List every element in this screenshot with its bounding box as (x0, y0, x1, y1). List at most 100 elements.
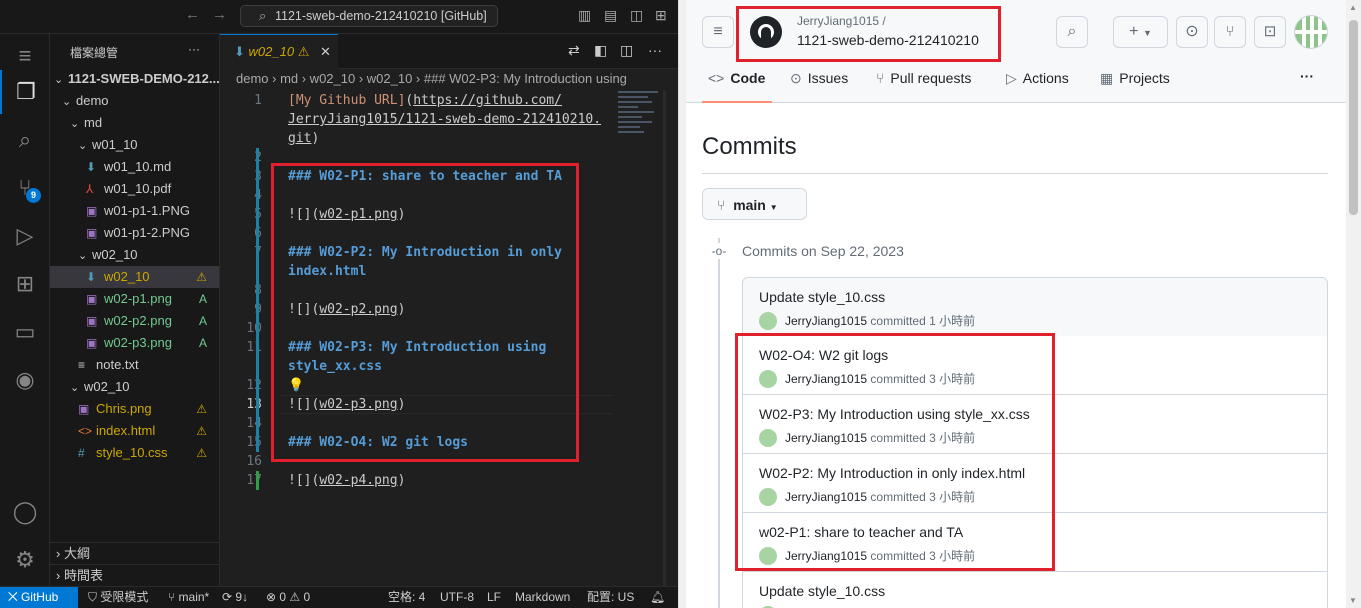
timeline-section[interactable]: › 時間表 (50, 564, 220, 586)
pdf-file-icon: ⅄ (86, 182, 94, 196)
forward-arrow-icon[interactable]: → (212, 6, 227, 23)
scroll-up-icon[interactable]: ▲ (1349, 3, 1357, 12)
extensions-icon[interactable]: ⊞ (0, 262, 50, 306)
tree-folder[interactable]: ⌄ w01_10 (50, 134, 219, 156)
tree-item-label: w02-p3.png (104, 335, 172, 350)
restricted-mode[interactable]: ⛉ 受限模式 (88, 587, 148, 608)
page-scrollbar[interactable]: ▲ ▼ (1346, 0, 1361, 608)
branch-label: main (733, 197, 766, 213)
user-avatar[interactable] (1294, 15, 1328, 49)
breadcrumb[interactable]: demo › md › w02_10 › w02_10 › ### W02-P3… (220, 69, 678, 91)
code-icon: <> (708, 70, 725, 86)
tree-file[interactable]: ▣ Chris.png ⚠ (50, 398, 219, 420)
toggle-panel-icon[interactable]: ▤ (604, 7, 617, 24)
issues-icon: ⊙ (790, 70, 802, 86)
run-debug-icon[interactable]: ▷ (0, 214, 50, 258)
settings-gear-icon[interactable]: ⚙ (0, 538, 50, 582)
customize-layout-icon[interactable]: ⊞ (655, 7, 667, 24)
code-line[interactable]: git) (288, 129, 319, 148)
tab-label: Code (730, 70, 766, 86)
author-avatar[interactable] (759, 312, 777, 330)
chevron-down-icon: ⌄ (78, 140, 88, 152)
close-tab-icon[interactable]: ✕ (320, 44, 331, 60)
eol-indicator[interactable]: LF (487, 587, 501, 608)
command-center-search[interactable]: ⌕ 1121-sweb-demo-212410210 [GitHub] (240, 5, 498, 27)
split-editor-icon[interactable]: ◫ (620, 42, 633, 59)
tree-folder[interactable]: ⌄ demo (50, 90, 219, 112)
remote-indicator[interactable]: ⨉ GitHub (0, 587, 78, 608)
highlight-box-commits (735, 333, 1055, 571)
minimap[interactable] (618, 91, 664, 181)
active-tab-underline (702, 101, 772, 103)
tree-file[interactable]: ▣ w02-p1.png A (50, 288, 219, 310)
explorer-icon[interactable]: ❐ (0, 70, 50, 114)
language-indicator[interactable]: Markdown (515, 587, 570, 608)
open-preview-icon[interactable]: ◧ (594, 42, 607, 59)
tree-folder[interactable]: ⌄ 1121-SWEB-DEMO-212... (50, 68, 219, 90)
account-icon[interactable]: ◯ (0, 490, 50, 534)
inbox-button[interactable]: ⊡ (1254, 16, 1286, 48)
tab-pull-requests[interactable]: ⑂ Pull requests (876, 70, 971, 86)
scrollbar-thumb[interactable] (1349, 20, 1358, 215)
tab-code[interactable]: <> Code (708, 70, 765, 86)
tree-item-label: w02-p1.png (104, 291, 172, 306)
tree-file[interactable]: ⬇ w01_10.md (50, 156, 219, 178)
problems-indicator[interactable]: ⊗ 0 ⚠ 0 (266, 587, 310, 608)
search-icon[interactable]: ⌕ (0, 118, 50, 162)
github-page: ≡ JerryJiang1015 / 1121-sweb-demo-212410… (686, 0, 1361, 608)
tree-file[interactable]: ▣ w01-p1-1.PNG (50, 200, 219, 222)
back-arrow-icon[interactable]: ← (185, 6, 200, 23)
tree-file[interactable]: ▣ w02-p2.png A (50, 310, 219, 332)
line-number (220, 110, 262, 129)
search-button[interactable]: ⌕ (1056, 16, 1088, 48)
indentation-indicator[interactable]: 空格: 4 (388, 587, 425, 608)
tree-folder[interactable]: ⌄ w02_10 (50, 376, 219, 398)
tree-file[interactable]: ⅄ w01_10.pdf (50, 178, 219, 200)
branch-selector[interactable]: ⑂ main ▼ (702, 188, 807, 220)
tree-file[interactable]: # style_10.css ⚠ (50, 442, 219, 464)
tree-file[interactable]: <> index.html ⚠ (50, 420, 219, 442)
encoding-indicator[interactable]: UTF-8 (440, 587, 474, 608)
tree-folder[interactable]: ⌄ w02_10 (50, 244, 219, 266)
editor-scrollbar[interactable] (663, 91, 666, 586)
tree-file[interactable]: ≡ note.txt (50, 354, 219, 376)
code-line[interactable]: [My Github URL](https://github.com/ (288, 91, 562, 110)
commit-title[interactable]: Update style_10.css (759, 583, 885, 599)
notifications-bell-icon[interactable]: 🔔︎ (650, 587, 665, 608)
toggle-secondary-sidebar-icon[interactable]: ◫ (630, 7, 643, 24)
branch-indicator[interactable]: ⑂ main* (168, 587, 209, 608)
github-icon[interactable]: ◉ (0, 358, 50, 402)
tree-file[interactable]: ▣ w02-p3.png A (50, 332, 219, 354)
remote-explorer-icon[interactable]: ▭ (0, 310, 50, 354)
more-actions-icon[interactable]: ··· (648, 42, 662, 58)
code-line[interactable]: JerryJiang1015/1121-sweb-demo-212410210. (288, 110, 601, 129)
commit-title[interactable]: Update style_10.css (759, 289, 885, 305)
code-line[interactable]: ![](w02-p4.png) (288, 471, 405, 490)
git-status-badge: ⚠ (196, 270, 207, 284)
tree-file[interactable]: ⬇ w02_10 ⚠ (50, 266, 219, 288)
issues-button[interactable]: ⊙ (1176, 16, 1208, 48)
more-tabs-icon[interactable]: ··· (1300, 68, 1314, 84)
img-file-icon: ▣ (78, 402, 90, 416)
keyboard-layout-indicator[interactable]: 配置: US (587, 587, 634, 608)
tree-file[interactable]: ▣ w01-p1-2.PNG (50, 222, 219, 244)
tab-w02-10[interactable]: ⬇ w02_10 ⚠ ✕ (220, 34, 338, 69)
create-new-button[interactable]: + ▼ (1113, 16, 1168, 48)
scroll-down-icon[interactable]: ▼ (1349, 596, 1357, 605)
source-control-icon[interactable]: ⑂ 9 (0, 166, 50, 210)
commit-row[interactable]: Update style_10.cssJerryJiang1015 commit… (743, 572, 1327, 608)
hamburger-menu-button[interactable]: ≡ (702, 16, 734, 48)
explorer-more-icon[interactable]: ··· (188, 42, 200, 56)
commits-date-heading: Commits on Sep 22, 2023 (742, 243, 904, 259)
outline-section[interactable]: › 大綱 (50, 542, 220, 564)
tab-projects[interactable]: ▦ Projects (1100, 70, 1170, 87)
tab-actions[interactable]: ▷ Actions (1006, 70, 1069, 87)
tab-issues[interactable]: ⊙ Issues (790, 70, 848, 87)
sync-indicator[interactable]: ⟳ 9↓ (222, 587, 248, 608)
toggle-sidebar-icon[interactable]: ▥ (578, 7, 591, 24)
tree-folder[interactable]: ⌄ md (50, 112, 219, 134)
commit-author[interactable]: JerryJiang1015 (785, 314, 867, 328)
open-changes-icon[interactable]: ⇄ (568, 42, 580, 59)
pull-requests-button[interactable]: ⑂ (1214, 16, 1246, 48)
commit-row[interactable]: Update style_10.cssJerryJiang1015 commit… (743, 278, 1327, 337)
